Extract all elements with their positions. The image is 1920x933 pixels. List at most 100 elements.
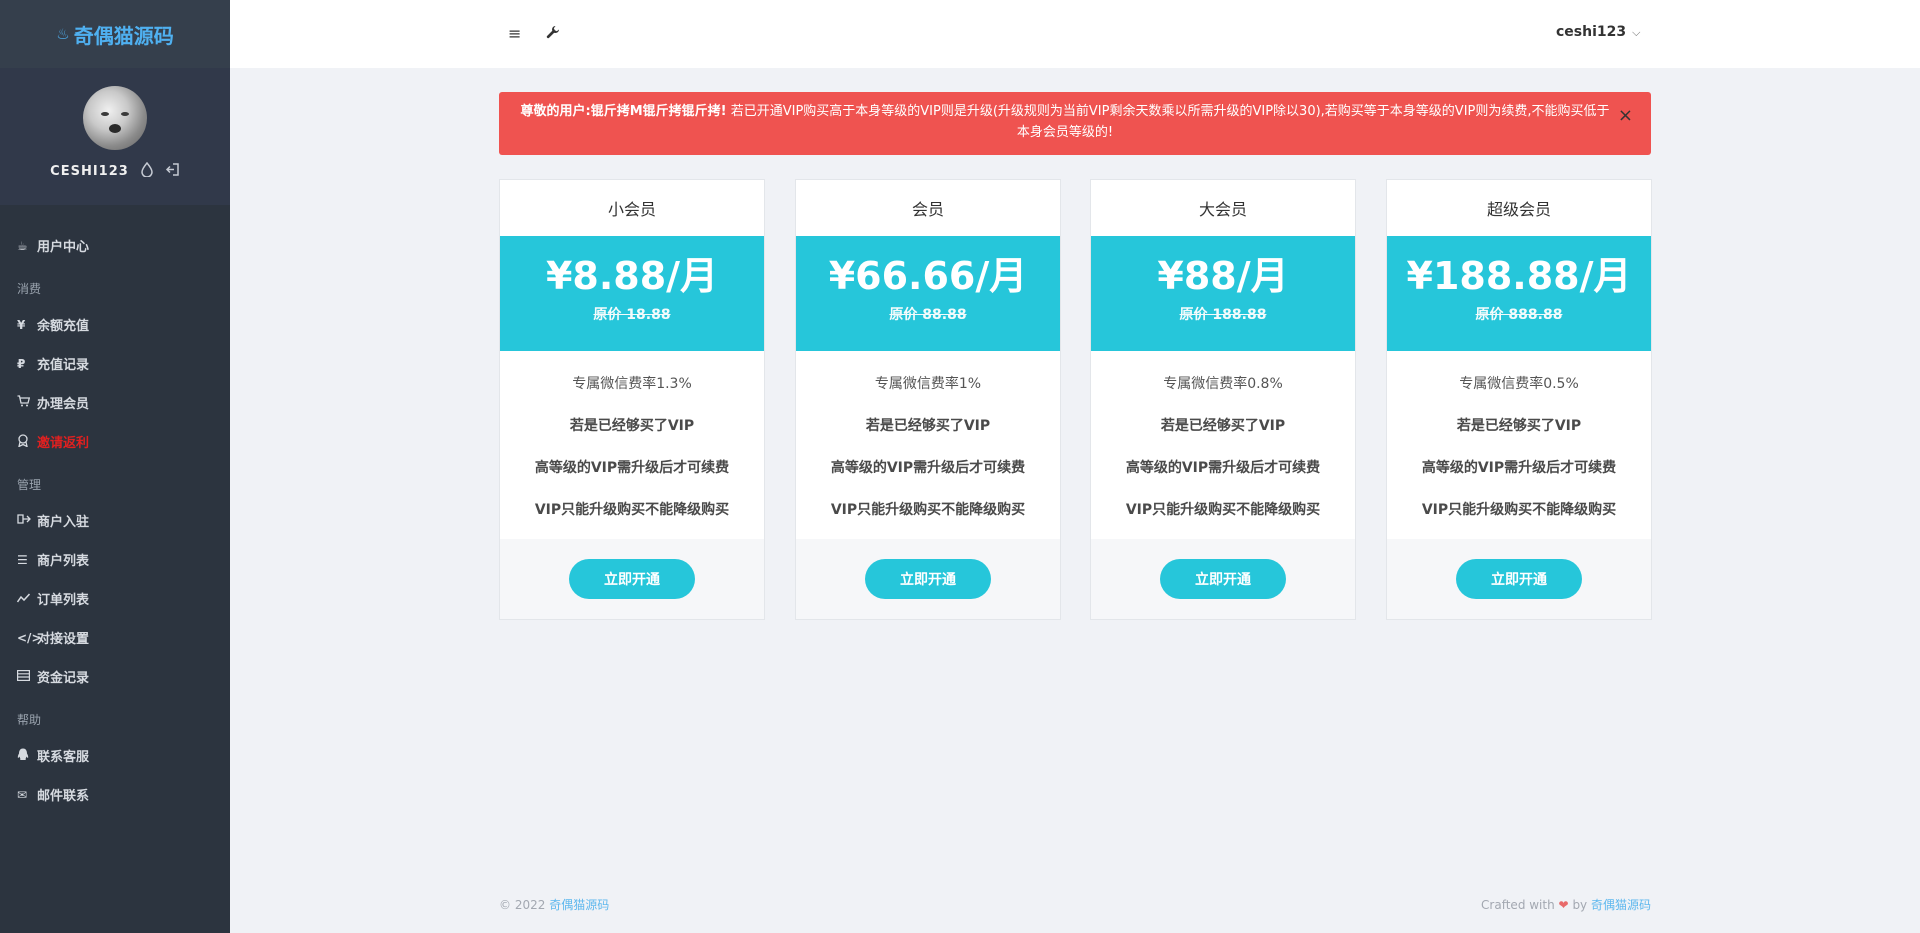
plan-feature: 若是已经够买了VIP [1160, 418, 1286, 434]
award-icon [17, 433, 37, 450]
plan-original-price: 原价 888.88 [1475, 307, 1563, 323]
open-now-button[interactable]: 立即开通 [1456, 559, 1582, 599]
plan-original-price: 原价 188.88 [1179, 307, 1267, 323]
avatar-eye [101, 112, 109, 116]
plan-price-panel: ¥188.88/月 原价 888.88 [1387, 236, 1651, 351]
sidebar-item-label: 资金记录 [37, 671, 90, 686]
logout-icon[interactable] [165, 162, 180, 181]
cup-icon: ☕ [17, 238, 28, 253]
alert-text: 若已开通VIP购买高于本身等级的VIP则是升级(升级规则为当前VIP剩余天数乘以… [726, 104, 1610, 140]
sidebar-item-label: 办理会员 [37, 397, 90, 412]
sidebar-item-label: 商户入驻 [37, 515, 90, 530]
droplet-icon[interactable] [141, 161, 153, 181]
plan-feature: 专属微信费率0.5% [1459, 376, 1579, 392]
sidebar-item-customer-service[interactable]: 联系客服 [0, 736, 230, 775]
plan-price-panel: ¥88/月 原价 188.88 [1091, 236, 1355, 351]
chevron-down-icon: ⌵ [1632, 26, 1641, 39]
plan-card-member: 会员 ¥66.66/月 原价 88.88 专属微信费率1% 若是已经够买了VIP… [795, 179, 1061, 620]
brand-logo[interactable]: ♨ 奇偶猫源码 [0, 0, 230, 68]
plan-price: ¥188.88/月 [1406, 254, 1632, 298]
yen-icon: ¥ [17, 317, 26, 332]
table-icon [17, 669, 37, 684]
sidebar-item-recharge[interactable]: ¥ 余额充值 [0, 305, 230, 344]
sidebar: ♨ 奇偶猫源码 CESHI123 ☕ 用户中心 消费 ¥ 余额充值 ₽ 充值记录… [0, 0, 230, 933]
open-now-button[interactable]: 立即开通 [1160, 559, 1286, 599]
plan-features: 专属微信费率0.8% 若是已经够买了VIP 高等级的VIP需升级后才可续费 VI… [1091, 351, 1355, 539]
avatar[interactable] [83, 86, 147, 150]
plan-features: 专属微信费率1% 若是已经够买了VIP 高等级的VIP需升级后才可续费 VIP只… [796, 351, 1060, 539]
plan-feature: 若是已经够买了VIP [569, 418, 695, 434]
sidebar-item-recharge-records[interactable]: ₽ 充值记录 [0, 344, 230, 383]
plan-feature: 专属微信费率0.8% [1163, 376, 1283, 392]
plan-price-panel: ¥66.66/月 原价 88.88 [796, 236, 1060, 351]
plan-feature: VIP只能升级购买不能降级购买 [1421, 502, 1617, 518]
open-now-button[interactable]: 立即开通 [569, 559, 695, 599]
plan-original-price: 原价 88.88 [889, 307, 967, 323]
footer-author-link[interactable]: 奇偶猫源码 [1591, 898, 1651, 912]
sidebar-item-invite-rebate[interactable]: 邀请返利 [0, 422, 230, 461]
top-header: ≡ ceshi123 ⌵ [230, 0, 1920, 68]
close-icon[interactable]: × [1618, 105, 1633, 126]
crafted-text: Crafted with [1481, 898, 1555, 912]
plan-feature: 若是已经够买了VIP [1456, 418, 1582, 434]
alert-strong-text: 尊敬的用户:锟斤拷M锟斤拷锟斤拷! [520, 104, 727, 119]
flame-icon: ♨ [56, 25, 70, 43]
cart-icon [17, 395, 37, 410]
sidebar-item-label: 对接设置 [37, 632, 90, 647]
sidebar-item-merchant-join[interactable]: 商户入驻 [0, 501, 230, 540]
plan-name: 超级会员 [1486, 200, 1551, 219]
plan-price: ¥88/月 [1157, 254, 1289, 298]
plan-feature: VIP只能升级购买不能降级购买 [1125, 502, 1321, 518]
vip-upgrade-alert: 尊敬的用户:锟斤拷M锟斤拷锟斤拷! 若已开通VIP购买高于本身等级的VIP则是升… [499, 92, 1651, 155]
sidebar-item-label: 余额充值 [37, 319, 90, 334]
plan-price: ¥8.88/月 [545, 254, 719, 298]
sidebar-item-user-center[interactable]: ☕ 用户中心 [0, 226, 230, 265]
plan-footer: 立即开通 [1387, 539, 1651, 619]
plan-price: ¥66.66/月 [828, 254, 1028, 298]
sidebar-item-merchant-list[interactable]: ☰ 商户列表 [0, 540, 230, 579]
hamburger-icon[interactable]: ≡ [508, 24, 521, 43]
plan-features: 专属微信费率0.5% 若是已经够买了VIP 高等级的VIP需升级后才可续费 VI… [1387, 351, 1651, 539]
nav-group-heading: 管理 [17, 478, 42, 492]
plan-feature: 高等级的VIP需升级后才可续费 [830, 460, 1026, 476]
plan-feature: 高等级的VIP需升级后才可续费 [1421, 460, 1617, 476]
plan-footer: 立即开通 [500, 539, 764, 619]
sidebar-item-label: 充值记录 [37, 358, 90, 373]
sidebar-item-order-list[interactable]: 订单列表 [0, 579, 230, 618]
heart-icon: ❤ [1558, 898, 1569, 912]
nav-group-heading: 帮助 [17, 713, 42, 727]
footer-site-link[interactable]: 奇偶猫源码 [549, 898, 609, 912]
profile-username[interactable]: CESHI123 [50, 164, 129, 179]
plan-feature: 高等级的VIP需升级后才可续费 [534, 460, 730, 476]
plan-original-price: 原价 18.88 [593, 307, 671, 323]
avatar-mouth [109, 124, 121, 133]
plan-card-big-member: 大会员 ¥88/月 原价 188.88 专属微信费率0.8% 若是已经够买了VI… [1090, 179, 1356, 620]
sidebar-item-membership[interactable]: 办理会员 [0, 383, 230, 422]
code-icon: </> [17, 630, 42, 645]
ruble-icon: ₽ [17, 356, 26, 371]
plan-footer: 立即开通 [796, 539, 1060, 619]
plan-feature: 专属微信费率1.3% [572, 376, 692, 392]
plan-card-super-member: 超级会员 ¥188.88/月 原价 888.88 专属微信费率0.5% 若是已经… [1386, 179, 1652, 620]
open-now-button[interactable]: 立即开通 [865, 559, 991, 599]
user-menu-dropdown[interactable]: ceshi123 ⌵ [1556, 24, 1640, 40]
chart-line-icon [16, 592, 37, 606]
sidebar-item-email-contact[interactable]: ✉ 邮件联系 [0, 775, 230, 814]
sidebar-item-integration[interactable]: </> 对接设置 [0, 618, 230, 657]
plan-feature: VIP只能升级购买不能降级购买 [534, 502, 730, 518]
footer-credits: Crafted with ❤ by 奇偶猫源码 [1481, 896, 1651, 913]
plan-feature: 若是已经够买了VIP [865, 418, 991, 434]
sidebar-item-fund-records[interactable]: 资金记录 [0, 657, 230, 696]
wrench-icon[interactable] [546, 24, 560, 43]
avatar-eye [121, 112, 129, 116]
profile-panel: CESHI123 [0, 68, 230, 205]
plan-name: 大会员 [1198, 200, 1247, 219]
plan-name: 小会员 [607, 200, 656, 219]
plan-feature: 专属微信费率1% [874, 376, 982, 392]
plan-price-panel: ¥8.88/月 原价 18.88 [500, 236, 764, 351]
plan-feature: 高等级的VIP需升级后才可续费 [1125, 460, 1321, 476]
sidebar-item-label: 商户列表 [37, 554, 90, 569]
list-icon: ☰ [17, 552, 28, 567]
copyright-text: © 2022 [499, 898, 546, 912]
plan-features: 专属微信费率1.3% 若是已经够买了VIP 高等级的VIP需升级后才可续费 VI… [500, 351, 764, 539]
